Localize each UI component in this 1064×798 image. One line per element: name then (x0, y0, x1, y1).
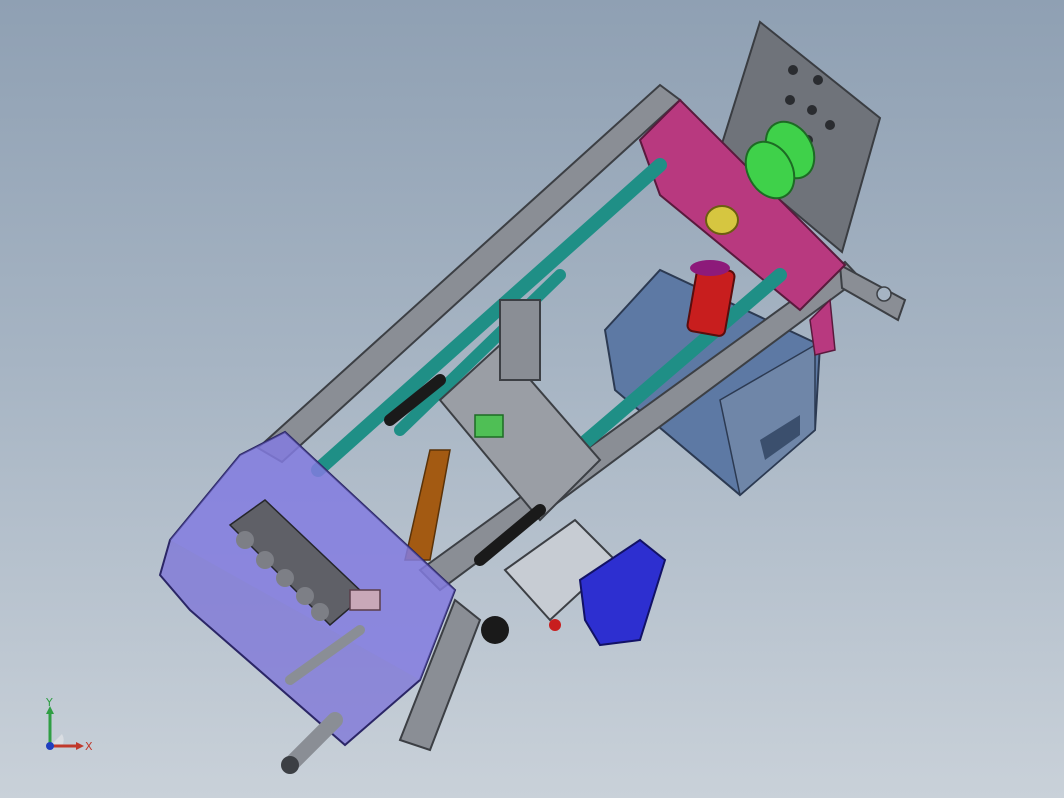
y-axis-label: Y (45, 698, 53, 709)
orientation-triad: Y X (45, 698, 93, 753)
x-axis-label: X (85, 740, 93, 753)
output-shaft (282, 712, 343, 773)
machine-assembly-model[interactable] (0, 0, 1064, 798)
cad-viewport[interactable]: Y X (0, 0, 1064, 798)
z-axis-dot (46, 742, 54, 750)
